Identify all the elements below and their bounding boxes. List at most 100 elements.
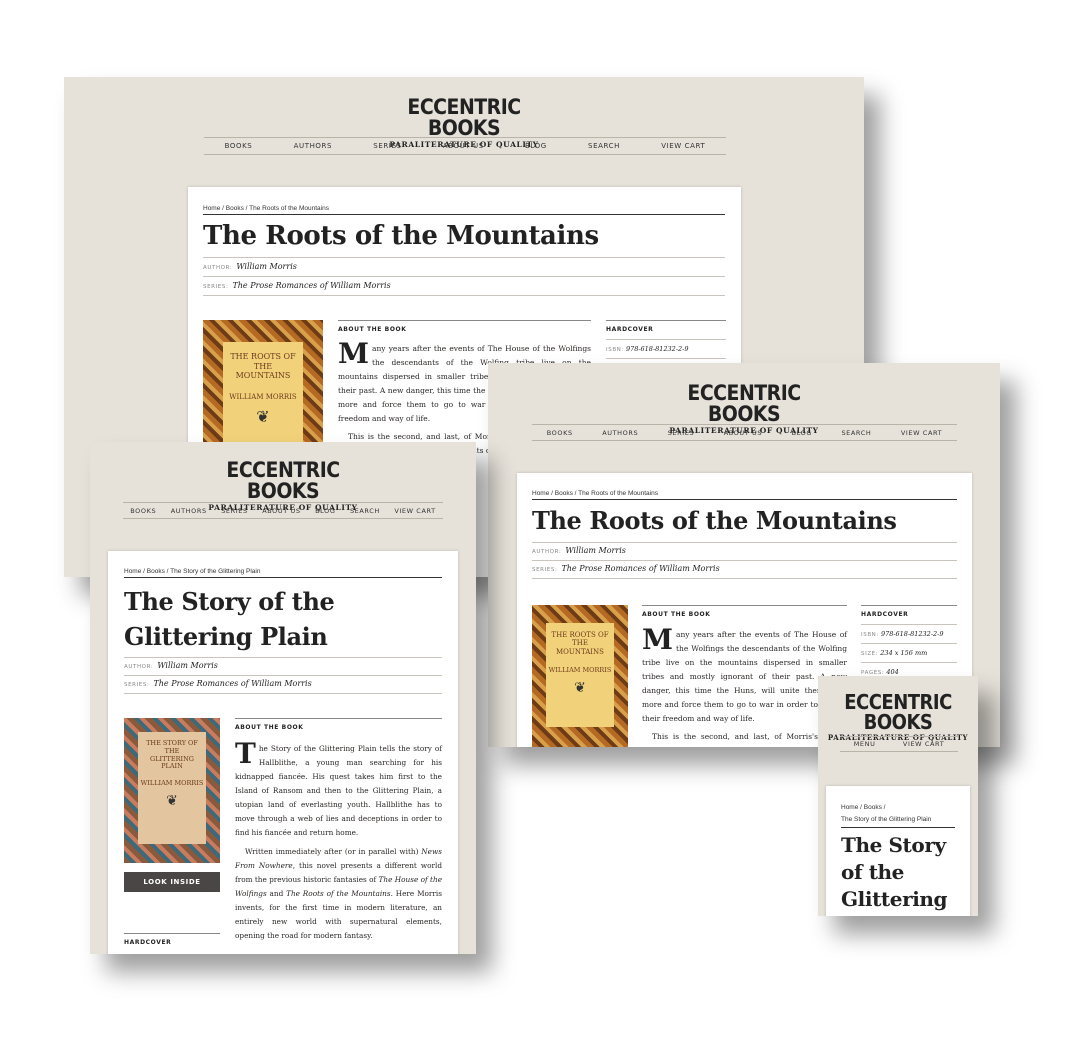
paragraph-2: This is the second, and last, of Morris'… xyxy=(642,732,847,747)
breadcrumb-path[interactable]: Home / Books / xyxy=(841,802,955,814)
hardcover-heading: HARDCOVER xyxy=(861,605,957,624)
size-label: SIZE: xyxy=(861,651,879,657)
nav-about[interactable]: ABOUT US xyxy=(443,142,484,150)
nav-authors[interactable]: AUTHORS xyxy=(171,507,207,515)
nav-series[interactable]: SERIES xyxy=(221,507,248,515)
nav-books[interactable]: BOOKS xyxy=(130,507,156,515)
site-logo[interactable]: ECCENTRIC BOOKS PARALITERATURE OF QUALIT… xyxy=(818,692,978,741)
cover-author: WILLIAM MORRIS xyxy=(140,779,204,788)
hardcover-heading: HARDCOVER xyxy=(124,933,220,946)
nav-about[interactable]: ABOUT US xyxy=(724,429,762,437)
bird-ornament-icon: ❦ xyxy=(574,680,586,697)
cover-title: THE ROOTS OF THE MOUNTAINS xyxy=(230,352,296,381)
isbn-value: 978-618-81232-2-9 xyxy=(625,345,689,353)
nav-series[interactable]: SERIES xyxy=(668,429,695,437)
look-inside-button[interactable]: LOOK INSIDE xyxy=(124,872,220,892)
paragraph-1: Many years after the events of The House… xyxy=(642,623,847,723)
nav-about[interactable]: ABOUT US xyxy=(262,507,300,515)
author-label: AUTHOR: xyxy=(203,265,233,271)
series-link[interactable]: The Prose Romances of William Morris xyxy=(232,281,390,290)
cover-title: THE STORY OF THE GLITTERING PLAIN xyxy=(146,739,198,771)
breadcrumb[interactable]: Home / Books / The Roots of the Mountain… xyxy=(203,205,725,215)
nav-search[interactable]: SEARCH xyxy=(350,507,380,515)
logo-name: ECCENTRIC BOOKS xyxy=(844,690,952,734)
nav-search[interactable]: SEARCH xyxy=(588,142,620,150)
book-cover[interactable]: THE STORY OF THE GLITTERING PLAIN WILLIA… xyxy=(124,718,220,863)
nav-blog[interactable]: BLOG xyxy=(315,507,335,515)
nav-cart[interactable]: VIEW CART xyxy=(394,507,435,515)
main-nav: BOOKS AUTHORS SERIES ABOUT US BLOG SEARC… xyxy=(532,424,957,441)
page-title: The Roots of the Mountains xyxy=(203,221,599,251)
nav-cart[interactable]: VIEW CART xyxy=(661,142,705,150)
book-cover[interactable]: THE ROOTS OF THE MOUNTAINS WILLIAM MORRI… xyxy=(532,605,628,747)
author-label: AUTHOR: xyxy=(124,664,154,670)
size-row: SIZE: 234 x 156 mm xyxy=(861,643,957,662)
dropcap: M xyxy=(642,623,673,656)
breadcrumb[interactable]: Home / Books / The Story of the Glitteri… xyxy=(124,568,442,578)
size-value: 234 x 156 mm xyxy=(880,649,928,657)
nav-blog[interactable]: BLOG xyxy=(792,429,812,437)
series-label: SERIES: xyxy=(203,284,229,290)
cover-title: THE ROOTS OF THE MOUNTAINS xyxy=(551,631,609,656)
nav-authors[interactable]: AUTHORS xyxy=(294,142,332,150)
series-row: SERIES: The Prose Romances of William Mor… xyxy=(124,676,442,694)
book-cover[interactable]: THE ROOTS OF THE MOUNTAINS WILLIAM MORRI… xyxy=(203,320,323,450)
dropcap: T xyxy=(235,737,256,770)
book-page: Home / Books / The Story of the Glitteri… xyxy=(108,551,458,954)
page-title: The Story of the Glittering Plain xyxy=(841,833,948,916)
cover-panel: THE ROOTS OF THE MOUNTAINS WILLIAM MORRI… xyxy=(546,623,614,727)
breadcrumb[interactable]: Home / Books / The Roots of the Mountain… xyxy=(532,490,957,500)
series-label: SERIES: xyxy=(532,567,558,573)
nav-menu[interactable]: MENU xyxy=(854,740,876,748)
logo-name: ECCENTRIC BOOKS xyxy=(687,381,801,426)
series-link[interactable]: The Prose Romances of William Morris xyxy=(153,679,311,688)
paragraph-2: Written immediately after (or in paralle… xyxy=(235,847,443,940)
bird-ornament-icon: ❦ xyxy=(256,406,270,426)
nav-series[interactable]: SERIES xyxy=(373,142,401,150)
author-link[interactable]: William Morris xyxy=(157,661,218,670)
phone-screen-glittering: ECCENTRIC BOOKS PARALITERATURE OF QUALIT… xyxy=(818,676,978,916)
cover-author: WILLIAM MORRIS xyxy=(229,392,297,401)
nav-books[interactable]: BOOKS xyxy=(225,142,253,150)
description: The Story of the Glittering Plain tells … xyxy=(235,737,443,943)
pages-value: 404 xyxy=(886,668,899,676)
dropcap: M xyxy=(338,337,369,370)
nav-cart[interactable]: VIEW CART xyxy=(903,740,944,748)
nav-blog[interactable]: BLOG xyxy=(525,142,547,150)
isbn-value: 978-618-81232-2-9 xyxy=(880,630,944,638)
series-row: SERIES: The Prose Romances of William Mor… xyxy=(203,277,725,296)
cover-panel: THE ROOTS OF THE MOUNTAINS WILLIAM MORRI… xyxy=(223,342,303,450)
about-heading: ABOUT THE BOOK xyxy=(235,718,442,731)
cover-panel: THE STORY OF THE GLITTERING PLAIN WILLIA… xyxy=(138,732,206,844)
main-nav: MENU VIEW CART xyxy=(840,736,958,752)
main-nav: BOOKS AUTHORS SERIES ABOUT US BLOG SEARC… xyxy=(123,502,443,519)
about-heading: ABOUT THE BOOK xyxy=(338,320,591,333)
isbn-row: ISBN: 978-618-81232-2-9 xyxy=(861,624,957,643)
series-link[interactable]: The Prose Romances of William Morris xyxy=(561,564,719,573)
series-label: SERIES: xyxy=(124,682,150,688)
bird-ornament-icon: ❦ xyxy=(166,793,178,810)
author-row: AUTHOR: William Morris xyxy=(532,542,957,561)
description: Many years after the events of The House… xyxy=(642,623,847,747)
breadcrumb[interactable]: Home / Books / The Story of the Glitteri… xyxy=(841,802,955,828)
author-label: AUTHOR: xyxy=(532,549,562,555)
author-row: AUTHOR: William Morris xyxy=(124,657,442,676)
breadcrumb-current: The Story of the Glittering Plain xyxy=(841,816,932,823)
page-title: The Story of the Glittering Plain xyxy=(124,587,335,651)
author-row: AUTHOR: William Morris xyxy=(203,257,725,277)
format-sidebar: HARDCOVER ISBN: 978-618-81232-2-9 SIZE: … xyxy=(861,605,957,681)
author-link[interactable]: William Morris xyxy=(565,546,626,555)
author-link[interactable]: William Morris xyxy=(236,262,297,271)
isbn-label: ISBN: xyxy=(861,632,879,638)
hardcover-heading: HARDCOVER xyxy=(606,320,726,339)
nav-search[interactable]: SEARCH xyxy=(841,429,871,437)
nav-cart[interactable]: VIEW CART xyxy=(901,429,942,437)
isbn-label: ISBN: xyxy=(606,347,624,353)
nav-books[interactable]: BOOKS xyxy=(547,429,573,437)
page-title: The Roots of the Mountains xyxy=(532,506,897,535)
nav-authors[interactable]: AUTHORS xyxy=(602,429,638,437)
logo-name: ECCENTRIC BOOKS xyxy=(226,458,340,503)
book-page: Home / Books / The Story of the Glitteri… xyxy=(826,786,970,916)
logo-name: ECCENTRIC BOOKS xyxy=(407,95,521,140)
isbn-row: ISBN: 978-618-81232-2-9 xyxy=(606,339,726,358)
